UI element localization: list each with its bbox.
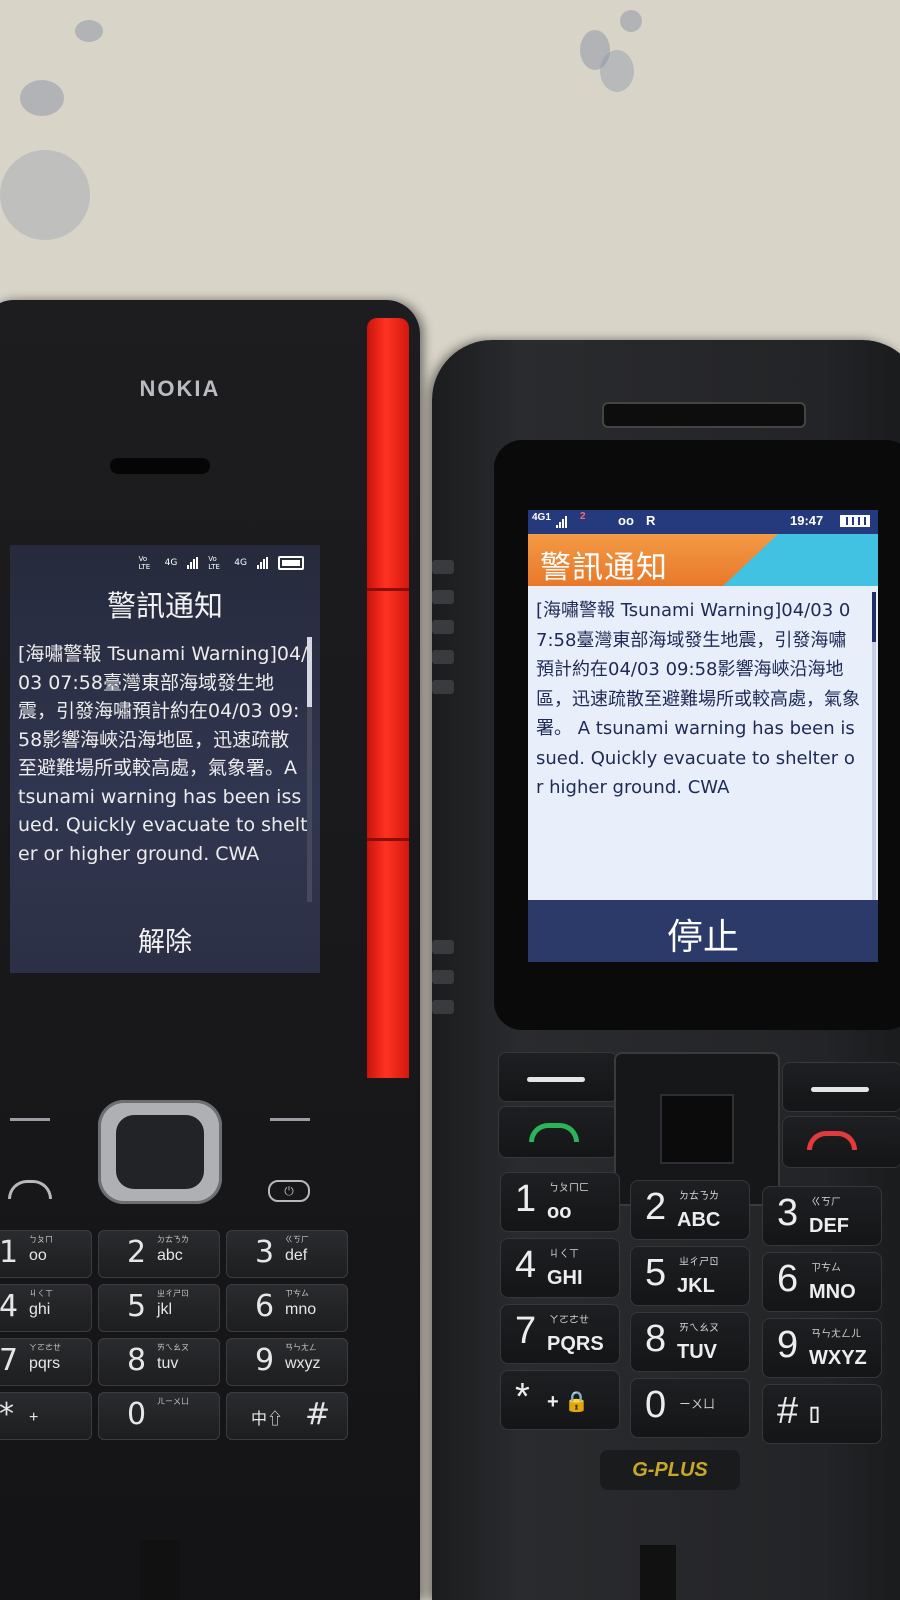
right-softkey[interactable]: [270, 1118, 310, 1121]
nokia-status-bar: Vo LTE 4G Vo LTE 4G: [139, 555, 304, 571]
side-grip: [432, 940, 454, 954]
key-5[interactable]: 5 ㄓㄔㄕㄖ jkl: [98, 1284, 220, 1332]
gplus-earpiece: [602, 402, 806, 428]
key-7[interactable]: 7 ㄚㄛㄜㄝ pqrs: [0, 1338, 92, 1386]
left-softkey[interactable]: [10, 1118, 50, 1121]
bg-paw-print: [620, 10, 642, 32]
volte-indicator: Vo LTE: [138, 555, 151, 571]
signal-icon: [556, 516, 567, 528]
side-grip: [432, 680, 454, 694]
key-9[interactable]: 9 ㄢㄣㄤㄥㄦ WXYZ: [762, 1318, 882, 1378]
charging-cable: [140, 1540, 180, 1600]
nokia-alert-title: 警訊通知: [106, 589, 223, 623]
side-grip: [432, 620, 454, 634]
key-0[interactable]: 0 ㄦㄧㄨㄩ: [98, 1392, 220, 1440]
key-1[interactable]: 1 ㄅㄆㄇ oo: [0, 1230, 92, 1278]
gplus-alert-message: [海嘯警報 Tsunami Warning]04/03 07:58臺灣東部海域發…: [536, 600, 860, 798]
nokia-phone: NOKIA Vo LTE 4G Vo LTE 4G 警訊通知 [海嘯警報 Tsu…: [0, 300, 420, 1600]
nokia-scrollbar[interactable]: [307, 637, 312, 902]
charging-cable: [640, 1545, 676, 1600]
key-3[interactable]: 3 ㄍㄎㄏ def: [226, 1230, 348, 1278]
battery-icon: [278, 556, 304, 570]
signal-icon: [187, 557, 199, 569]
side-grip: [432, 560, 454, 574]
phone-red-icon: [807, 1131, 857, 1150]
key-star[interactable]: * + 🔒: [500, 1370, 620, 1430]
key-0[interactable]: 0 ㄧㄨㄩ: [630, 1378, 750, 1438]
scroll-thumb[interactable]: [872, 592, 876, 642]
nokia-screen: Vo LTE 4G Vo LTE 4G 警訊通知 [海嘯警報 Tsunami W…: [10, 545, 320, 973]
gplus-alert-header: 警訊通知: [528, 534, 878, 586]
key-hash[interactable]: # ▯: [762, 1384, 882, 1444]
end-key[interactable]: [782, 1116, 900, 1168]
gplus-softkey-bar: 停止: [528, 900, 878, 962]
phone-green-icon: [529, 1123, 579, 1142]
key-8[interactable]: 8 ㄞㄟㄠㄡ TUV: [630, 1312, 750, 1372]
lte-label-2: 4G: [234, 558, 247, 568]
key-7[interactable]: 7 ㄚㄛㄜㄝ PQRS: [500, 1304, 620, 1364]
scroll-thumb[interactable]: [307, 637, 312, 707]
bg-paw-print: [600, 50, 634, 92]
roaming-indicator: R: [646, 513, 656, 528]
gplus-alert-title: 警訊通知: [540, 550, 668, 586]
gplus-stop-softkey[interactable]: 停止: [528, 908, 878, 960]
key-4[interactable]: 4 ㄐㄑㄒ GHI: [500, 1238, 620, 1298]
bg-paw-print: [20, 80, 64, 116]
voicemail-icon: oo: [618, 513, 634, 528]
network-type: 4G1: [532, 512, 551, 523]
dpad-center-button[interactable]: [116, 1115, 204, 1189]
side-grip: [432, 650, 454, 664]
side-grip: [432, 1000, 454, 1014]
key-2[interactable]: 2 ㄉㄊㄋㄌ ABC: [630, 1180, 750, 1240]
side-grip: [432, 970, 454, 984]
end-key-power-icon[interactable]: ⏻: [268, 1180, 310, 1202]
nokia-alert-message: [海嘯警報 Tsunami Warning]04/03 07:58臺灣東部海域發…: [18, 643, 308, 865]
gplus-brand-logo: G-PLUS: [600, 1450, 740, 1490]
key-hash[interactable]: 中⇧ #: [226, 1392, 348, 1440]
bg-paw-print: [0, 150, 90, 240]
key-5[interactable]: 5 ㄓㄔㄕㄖ JKL: [630, 1246, 750, 1306]
key-4[interactable]: 4 ㄐㄑㄒ ghi: [0, 1284, 92, 1332]
key-6[interactable]: 6 ㄗㄘㄙ mno: [226, 1284, 348, 1332]
left-softkey[interactable]: [498, 1052, 618, 1102]
key-3[interactable]: 3 ㄍㄎㄏ DEF: [762, 1186, 882, 1246]
key-star[interactable]: * +: [0, 1392, 92, 1440]
dpad-center-button[interactable]: [660, 1094, 734, 1164]
call-key[interactable]: [498, 1106, 618, 1158]
nokia-dismiss-softkey[interactable]: 解除: [10, 920, 320, 959]
signal-icon-2: [257, 557, 268, 569]
key-8[interactable]: 8 ㄞㄟㄠㄡ tuv: [98, 1338, 220, 1386]
nokia-brand-logo: NOKIA: [139, 376, 221, 401]
nokia-red-side-panel: [367, 318, 409, 1078]
right-softkey[interactable]: [782, 1062, 900, 1112]
key-2[interactable]: 2 ㄉㄊㄋㄌ abc: [98, 1230, 220, 1278]
call-key[interactable]: [8, 1180, 52, 1199]
gplus-screen: 4G1 2 oo R 19:47 警訊通知 [海嘯警報 Tsunami Warn…: [528, 510, 878, 962]
gplus-scrollbar[interactable]: [872, 592, 876, 902]
key-9[interactable]: 9 ㄢㄣㄤㄥ wxyz: [226, 1338, 348, 1386]
clock: 19:47: [790, 513, 824, 528]
nokia-keypad: ⏻ 1 ㄅㄆㄇ oo 2 ㄉㄊㄋㄌ abc 3 ㄍㄎㄏ def 4 ㄐㄑㄒ ghi 5 ㄓㄔㄕㄖ j…: [0, 1080, 360, 1600]
side-grip: [432, 590, 454, 604]
volte-indicator-2: Vo LTE: [208, 555, 220, 571]
nokia-earpiece: [110, 458, 210, 474]
nokia-dpad[interactable]: [98, 1100, 222, 1204]
key-6[interactable]: 6 ㄗㄘㄙ MNO: [762, 1252, 882, 1312]
bg-paw-print: [75, 20, 103, 42]
gplus-status-bar: 4G1 2 oo R 19:47: [528, 510, 878, 534]
key-1[interactable]: 1 ㄅㄆㄇㄈ oo: [500, 1172, 620, 1232]
battery-icon: [840, 515, 870, 527]
lte-label: 4G: [164, 558, 178, 568]
sim2-indicator: 2: [580, 511, 586, 522]
